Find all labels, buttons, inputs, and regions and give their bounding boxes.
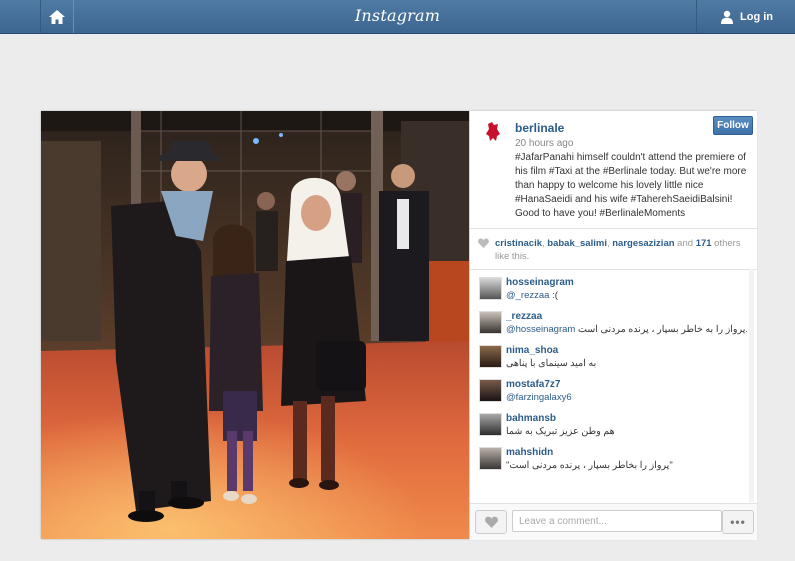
post-header: berlinale 20 hours ago Follow #JafarPana…: [470, 111, 757, 228]
comment-username[interactable]: nima_shoa: [506, 345, 558, 356]
comment-text: هم وطن عزیز تبریک به شما: [506, 426, 615, 437]
comment-username[interactable]: mahshidn: [506, 447, 553, 458]
comment-username[interactable]: mostafa7z7: [506, 379, 560, 390]
comment-text: @hosseinagram پرواز را به خاطر بسپار ، پ…: [506, 324, 747, 335]
comment-body: "پرواز را بخاطر بسپار ، پرنده مردنی است": [506, 460, 673, 471]
login-label: Log in: [740, 10, 773, 23]
login-button[interactable]: Log in: [696, 0, 795, 33]
comment-item: mahshidn "پرواز را بخاطر بسپار ، پرنده م…: [470, 447, 747, 481]
comment-mention[interactable]: @farzingalaxy6: [506, 392, 572, 403]
comment-item: _rezzaa @hosseinagram پرواز را به خاطر ب…: [470, 311, 747, 345]
comment-text: "پرواز را بخاطر بسپار ، پرنده مردنی است": [506, 460, 673, 471]
comment-item: nima_shoa به امید سینمای با پناهی: [470, 345, 747, 379]
post-timestamp: 20 hours ago: [515, 138, 574, 149]
comment-text: به امید سینمای با پناهی: [506, 358, 596, 369]
liker-link[interactable]: babak_salimi: [547, 238, 607, 249]
comment-body: :(: [549, 290, 558, 301]
post-caption: #JafarPanahi himself couldn't attend the…: [515, 152, 747, 219]
bear-logo-icon: [486, 122, 500, 141]
comment-username[interactable]: hosseinagram: [506, 277, 574, 288]
post-card: berlinale 20 hours ago Follow #JafarPana…: [41, 111, 757, 540]
heart-icon: [484, 516, 498, 528]
comment-item: mostafa7z7 @farzingalaxy6: [470, 379, 747, 413]
instagram-logo[interactable]: Instagram: [0, 6, 795, 25]
commenter-avatar[interactable]: [479, 379, 502, 402]
commenter-avatar[interactable]: [479, 413, 502, 436]
comments-scrollbar[interactable]: [749, 269, 754, 502]
likes-count[interactable]: 171: [696, 238, 712, 249]
comment-text: @farzingalaxy6: [506, 392, 572, 403]
berlinale-avatar[interactable]: [480, 119, 506, 145]
like-button[interactable]: [475, 510, 507, 534]
heart-icon: [478, 238, 489, 248]
liker-link[interactable]: cristinacik: [495, 238, 542, 249]
comment-body: پرواز را به خاطر بسپار ، پرنده مردنی است…: [577, 324, 747, 335]
comment-text: @_rezzaa :(: [506, 290, 558, 301]
likes-summary: cristinacik, babak_salimi, nargesazizian…: [470, 228, 757, 270]
comment-body: هم وطن عزیز تبریک به شما: [506, 426, 615, 437]
comment-item: hosseinagram @_rezzaa :(: [470, 277, 747, 311]
commenter-avatar[interactable]: [479, 277, 502, 300]
comment-username[interactable]: _rezzaa: [506, 311, 542, 322]
post-username[interactable]: berlinale: [515, 121, 564, 135]
more-options-button[interactable]: •••: [722, 510, 754, 534]
commenter-avatar[interactable]: [479, 345, 502, 368]
post-photo: [41, 111, 469, 539]
comment-item: bahmansb هم وطن عزیز تبریک به شما: [470, 413, 747, 447]
comments-list: hosseinagram @_rezzaa :( _rezzaa @hossei…: [470, 269, 747, 502]
likes-text: cristinacik, babak_salimi, nargesazizian…: [495, 237, 750, 263]
liker-link[interactable]: nargesazizian: [612, 238, 674, 249]
comment-mention[interactable]: @_rezzaa: [506, 290, 549, 301]
commenter-avatar[interactable]: [479, 311, 502, 334]
comment-mention[interactable]: @hosseinagram: [506, 324, 575, 335]
comment-username[interactable]: bahmansb: [506, 413, 556, 424]
post-photo-image: [41, 111, 469, 539]
ellipsis-icon: •••: [730, 515, 746, 529]
likes-and: and: [674, 238, 696, 249]
comment-input[interactable]: [512, 510, 722, 532]
user-icon: [721, 10, 733, 24]
follow-button[interactable]: Follow: [713, 116, 753, 135]
comment-body: به امید سینمای با پناهی: [506, 358, 597, 369]
comment-footer: •••: [470, 503, 757, 540]
post-sidebar: berlinale 20 hours ago Follow #JafarPana…: [469, 111, 757, 540]
commenter-avatar[interactable]: [479, 447, 502, 470]
top-navigation-bar: Instagram Log in: [0, 0, 795, 34]
